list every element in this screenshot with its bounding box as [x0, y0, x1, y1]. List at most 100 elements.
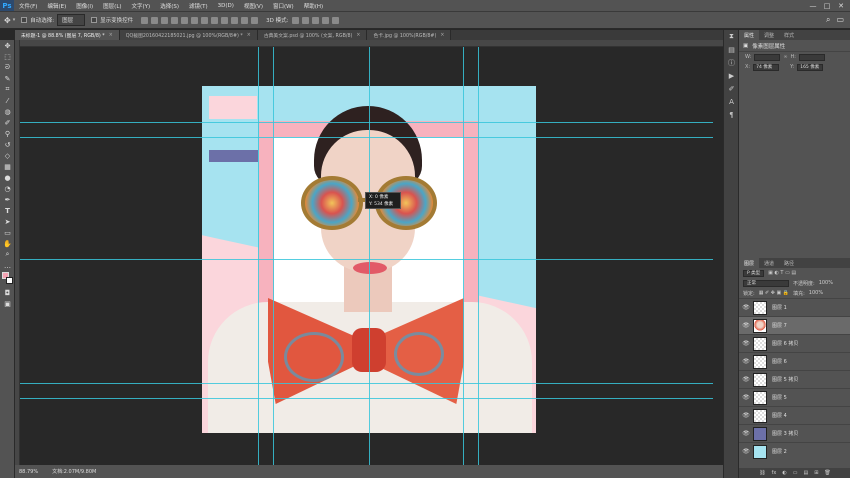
marquee-tool-icon[interactable]: ⬚ — [0, 51, 15, 62]
group-icon[interactable]: ▤ — [803, 470, 808, 476]
tab-untitled-1[interactable]: 未标题-1 @ 88.8% (图层 7, RGB/8) * × — [15, 30, 120, 40]
info-icon[interactable]: ⓘ — [724, 56, 739, 69]
menu-layer[interactable]: 图层(L) — [98, 2, 126, 10]
layer-row[interactable]: 👁 图层 2 — [739, 442, 850, 460]
menu-image[interactable]: 图像(I) — [71, 2, 98, 10]
auto-select-checkbox[interactable] — [21, 17, 28, 23]
layer-row-selected[interactable]: 👁 图层 7 — [739, 316, 850, 334]
background-color-swatch[interactable] — [6, 277, 13, 284]
gradient-tool-icon[interactable]: ▦ — [0, 161, 15, 172]
close-tab-icon[interactable]: × — [109, 33, 113, 38]
brush-presets-icon[interactable]: ✐ — [724, 82, 739, 95]
show-transform-checkbox[interactable] — [91, 17, 98, 23]
brush-tool-icon[interactable]: ✐ — [0, 117, 15, 128]
height-field[interactable] — [798, 53, 825, 61]
lock-icons[interactable]: ▦ ✐ ✥ ▣ 🔒 — [759, 290, 789, 296]
healing-brush-tool-icon[interactable]: ◍ — [0, 106, 15, 117]
fx-icon[interactable]: fx — [772, 470, 777, 476]
hand-tool-icon[interactable]: ✋ — [0, 238, 15, 249]
new-layer-icon[interactable]: ⊞ — [814, 470, 818, 476]
eye-icon[interactable]: 👁 — [739, 376, 753, 383]
rotate-3d-icon[interactable] — [292, 16, 300, 24]
close-button[interactable]: ✕ — [834, 2, 848, 10]
layer-row[interactable]: 👁 图层 6 — [739, 352, 850, 370]
menu-window[interactable]: 窗口(W) — [268, 2, 299, 10]
link-layers-icon[interactable]: ⛓ — [759, 470, 765, 476]
guide-vertical[interactable] — [478, 47, 479, 465]
eye-icon[interactable]: 👁 — [739, 358, 753, 365]
actions-icon[interactable]: ▶ — [724, 69, 739, 82]
move-tool-icon[interactable]: ✥ — [4, 16, 11, 25]
maximize-button[interactable]: □ — [820, 2, 834, 10]
adjustment-icon[interactable]: ▭ — [793, 470, 798, 476]
guide-horizontal[interactable] — [20, 122, 713, 123]
menu-edit[interactable]: 编辑(E) — [42, 2, 71, 10]
layer-row[interactable]: 👁 图层 5 拷贝 — [739, 370, 850, 388]
blend-mode-dropdown[interactable]: 正常 — [743, 279, 789, 287]
menu-file[interactable]: 文件(F) — [14, 2, 42, 10]
history-icon[interactable]: ⧗ — [724, 30, 739, 43]
menu-3d[interactable]: 3D(D) — [213, 3, 239, 9]
guide-horizontal[interactable] — [20, 137, 713, 138]
align-bottom-icon[interactable] — [161, 16, 169, 24]
move-tool-icon[interactable]: ✥ — [0, 40, 15, 51]
align-right-icon[interactable] — [191, 16, 199, 24]
path-select-tool-icon[interactable]: ➤ — [0, 216, 15, 227]
screen-mode-icon[interactable]: ▣ — [0, 298, 15, 309]
eye-icon[interactable]: 👁 — [739, 340, 753, 347]
roll-3d-icon[interactable] — [302, 16, 310, 24]
zoom-tool-icon[interactable]: ⌕ — [0, 249, 15, 260]
tab-paths[interactable]: 路径 — [779, 258, 799, 268]
distribute-left-icon[interactable] — [231, 16, 239, 24]
auto-select-dropdown[interactable]: 图层 — [57, 14, 86, 26]
scale-3d-icon[interactable] — [332, 16, 340, 24]
mask-icon[interactable]: ◐ — [782, 470, 786, 476]
paragraph-icon[interactable]: ¶ — [724, 108, 739, 121]
blur-tool-icon[interactable]: ● — [0, 172, 15, 183]
zoom-level[interactable]: 88.79% — [19, 469, 38, 475]
document-size[interactable]: 文档:2.07M/9.80M — [52, 468, 96, 475]
eye-icon[interactable]: 👁 — [739, 430, 753, 437]
slide-3d-icon[interactable] — [322, 16, 330, 24]
close-tab-icon[interactable]: × — [356, 33, 360, 38]
guide-vertical[interactable] — [369, 47, 370, 465]
eye-icon[interactable]: 👁 — [739, 412, 753, 419]
tab-classic-copy[interactable]: 古典美文案.psd @ 100% (文案, RGB/8) × — [257, 30, 368, 40]
layer-row[interactable]: 👁 图层 4 — [739, 406, 850, 424]
history-brush-tool-icon[interactable]: ↺ — [0, 139, 15, 150]
width-field[interactable] — [754, 53, 781, 61]
workspace-icon[interactable]: ▭ — [836, 15, 844, 25]
guide-horizontal[interactable] — [20, 259, 713, 260]
shape-tool-icon[interactable]: ▭ — [0, 227, 15, 238]
character-icon[interactable]: A — [724, 95, 739, 108]
eye-icon[interactable]: 👁 — [739, 394, 753, 401]
menu-type[interactable]: 文字(Y) — [127, 2, 156, 10]
dodge-tool-icon[interactable]: ◔ — [0, 183, 15, 194]
close-tab-icon[interactable]: × — [247, 33, 251, 38]
align-vcenter-icon[interactable] — [151, 16, 159, 24]
align-hcenter-icon[interactable] — [181, 16, 189, 24]
guide-vertical[interactable] — [273, 47, 274, 465]
menu-view[interactable]: 视图(V) — [239, 2, 268, 10]
more-tools-icon[interactable]: … — [0, 260, 15, 271]
trash-icon[interactable]: 🗑 — [824, 470, 830, 476]
eye-icon[interactable]: 👁 — [739, 322, 753, 329]
layer-filter-dropdown[interactable]: P 类型 — [743, 269, 765, 277]
y-field[interactable]: 165 像素 — [797, 63, 824, 71]
guide-horizontal[interactable] — [20, 398, 713, 399]
layer-row[interactable]: 👁 图层 1 — [739, 298, 850, 316]
lasso-tool-icon[interactable]: ᘐ — [0, 62, 15, 73]
eye-icon[interactable]: 👁 — [739, 448, 753, 455]
tab-color-card[interactable]: 色卡.jpg @ 100%(RGB/8#) × — [367, 30, 452, 40]
eye-icon[interactable]: 👁 — [739, 304, 753, 311]
quick-select-tool-icon[interactable]: ✎ — [0, 73, 15, 84]
layer-row[interactable]: 👁 图层 3 拷贝 — [739, 424, 850, 442]
guide-horizontal[interactable] — [20, 383, 713, 384]
align-top-icon[interactable] — [141, 16, 149, 24]
canvas-area[interactable]: X: 0 像素 Y: 534 像素 — [20, 47, 713, 465]
type-tool-icon[interactable]: T — [0, 205, 15, 216]
properties-icon[interactable]: ▤ — [724, 43, 739, 56]
distribute-hcenter-icon[interactable] — [241, 16, 249, 24]
menu-filter[interactable]: 滤镜(T) — [184, 2, 213, 10]
distribute-top-icon[interactable] — [201, 16, 209, 24]
